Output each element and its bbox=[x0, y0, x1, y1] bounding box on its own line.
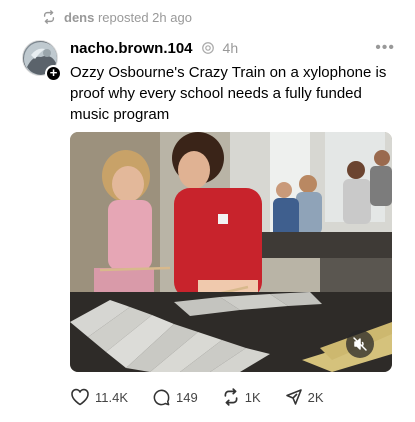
like-button[interactable]: 11.4K bbox=[70, 388, 128, 406]
repost-text: reposted 2h ago bbox=[97, 9, 192, 25]
repost-button[interactable]: 1K bbox=[222, 388, 261, 406]
repost-username[interactable]: dens bbox=[64, 10, 94, 25]
follow-plus-icon[interactable]: + bbox=[45, 65, 62, 82]
post-time: 4h bbox=[222, 40, 239, 56]
post-username[interactable]: nacho.brown.104 bbox=[70, 40, 193, 57]
post-actions: 11.4K 149 1K 2K bbox=[70, 387, 324, 407]
mute-button[interactable] bbox=[346, 330, 374, 358]
comment-icon bbox=[153, 389, 170, 405]
heart-icon bbox=[71, 388, 89, 406]
repost-icon bbox=[43, 10, 55, 24]
more-icon[interactable]: ••• bbox=[375, 39, 395, 57]
repost-indicator: dens reposted 2h ago bbox=[42, 8, 192, 26]
video-frame bbox=[70, 132, 392, 372]
share-count: 2K bbox=[307, 389, 324, 405]
avatar-container[interactable]: + bbox=[22, 40, 62, 82]
post-text: Ozzy Osbourne's Crazy Train on a xylopho… bbox=[70, 64, 387, 123]
comment-button[interactable]: 149 bbox=[152, 388, 198, 407]
repost-count: 1K bbox=[244, 389, 261, 405]
verified-icon bbox=[201, 42, 214, 54]
video-player[interactable] bbox=[70, 132, 392, 372]
like-count: 11.4K bbox=[95, 389, 129, 405]
share-button[interactable]: 2K bbox=[285, 388, 324, 406]
comment-count: 149 bbox=[176, 389, 198, 405]
post-header: nacho.brown.104 4h ••• bbox=[70, 38, 395, 58]
muted-speaker-icon bbox=[353, 337, 367, 351]
send-icon bbox=[285, 389, 302, 405]
repost-icon bbox=[224, 388, 238, 406]
